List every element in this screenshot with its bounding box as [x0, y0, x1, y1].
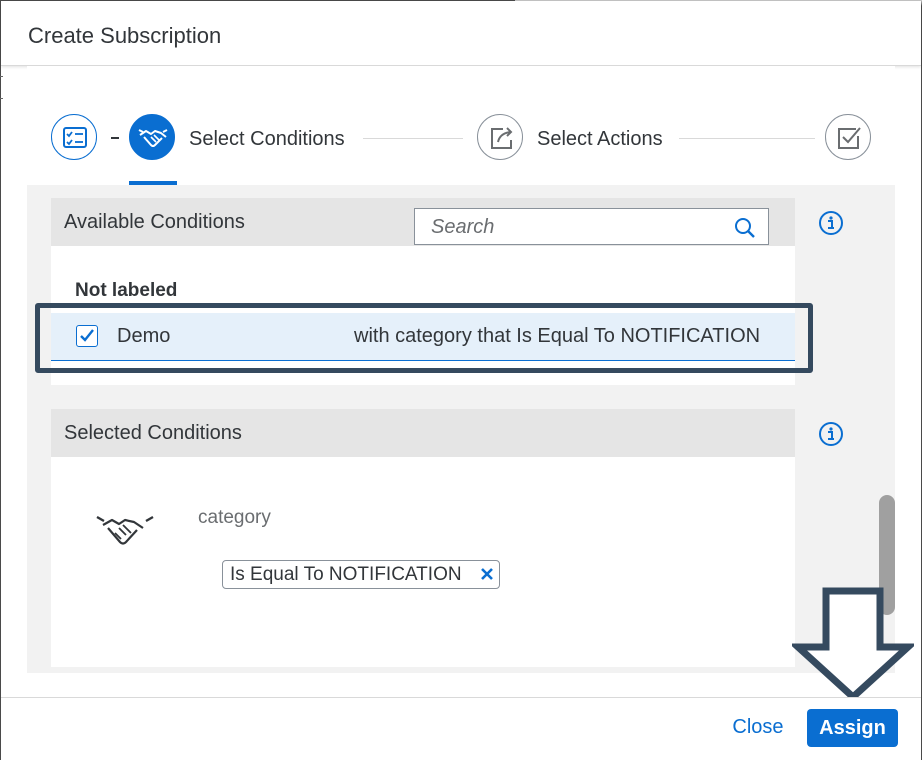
close-icon[interactable]	[479, 566, 495, 582]
scrollbar-thumb[interactable]	[879, 495, 895, 615]
wizard-step-4[interactable]	[825, 114, 871, 160]
condition-token[interactable]: Is Equal To NOTIFICATION	[222, 560, 500, 589]
checklist-icon	[63, 127, 87, 148]
edge-mark	[0, 98, 3, 99]
close-button[interactable]: Close	[720, 709, 796, 745]
selected-conditions-header: Selected Conditions	[51, 409, 795, 457]
dialog-title: Create Subscription	[28, 23, 222, 48]
info-icon[interactable]	[818, 210, 844, 236]
selected-conditions-panel: Selected Conditions	[51, 409, 795, 667]
search-input[interactable]	[415, 209, 733, 246]
condition-description: with category that Is Equal To NOTIFICAT…	[354, 325, 761, 347]
wizard-step-separator	[363, 138, 463, 139]
wizard-step-1[interactable]	[51, 114, 97, 160]
condition-checkbox[interactable]	[76, 325, 98, 347]
handshake-icon	[96, 515, 154, 545]
search-field[interactable]	[414, 208, 769, 246]
wizard-step-2-label[interactable]: Select Conditions	[189, 128, 345, 151]
search-icon[interactable]	[733, 216, 757, 240]
wizard-step-3[interactable]	[477, 114, 523, 160]
wizard-content[interactable]: Available Conditions Selected Conditions	[27, 185, 895, 673]
dialog-header: Create Subscription	[1, 1, 921, 66]
selected-conditions-title: Selected Conditions	[64, 422, 242, 444]
share-icon	[491, 127, 513, 149]
checkbox-icon	[838, 127, 861, 149]
wizard-step-separator	[111, 137, 119, 139]
wizard-step-3-label[interactable]: Select Actions	[537, 128, 663, 151]
wizard-step-2[interactable]	[129, 114, 175, 160]
checkmark-icon	[80, 329, 94, 342]
group-label: Not labeled	[75, 280, 178, 301]
available-conditions-title: Available Conditions	[64, 211, 245, 233]
token-text: Is Equal To NOTIFICATION	[230, 564, 462, 585]
edge-mark	[0, 76, 3, 77]
wizard-progress-bar: Select Conditions Select Actions	[27, 66, 895, 185]
dialog-footer: Close Assign	[1, 697, 921, 760]
assign-button[interactable]: Assign	[807, 709, 898, 747]
handshake-icon	[138, 129, 168, 147]
selected-condition-field: category	[198, 507, 271, 528]
wizard-step-separator	[679, 138, 815, 139]
condition-row[interactable]: Demo with category that Is Equal To NOTI…	[51, 313, 795, 361]
info-icon[interactable]	[818, 421, 844, 447]
condition-name: Demo	[117, 325, 171, 347]
